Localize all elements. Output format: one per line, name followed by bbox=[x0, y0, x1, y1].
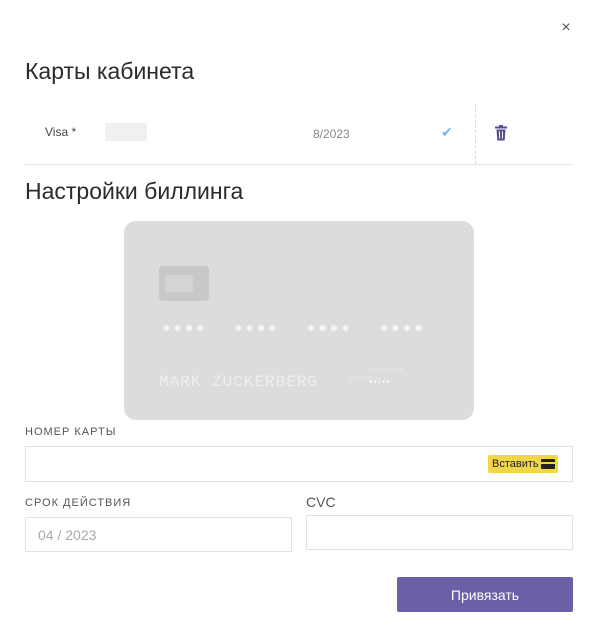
card-chip bbox=[159, 266, 209, 301]
card-number-group: ●●●● bbox=[380, 319, 426, 335]
close-icon[interactable]: × bbox=[556, 18, 576, 38]
paste-button-label: Вставить bbox=[492, 458, 539, 470]
cards-section-title: Карты кабинета bbox=[25, 58, 195, 84]
cvc-label: CVC bbox=[306, 494, 336, 510]
card-number-label: НОМЕР КАРТЫ bbox=[25, 426, 117, 438]
card-expiry: 8/2023 bbox=[313, 127, 350, 141]
expiry-label: СРОК ДЕЙСТВИЯ bbox=[25, 497, 132, 509]
card-preview: ●●●● ●●●● ●●●● ●●●● MARK ZUCKERBERG VALI… bbox=[124, 221, 474, 420]
cvc-input[interactable] bbox=[306, 515, 573, 550]
paste-button[interactable]: Вставить bbox=[488, 455, 558, 473]
month-year-label: MONTH/YEAR bbox=[370, 368, 404, 374]
card-holder-name: MARK ZUCKERBERG bbox=[159, 373, 319, 391]
card-brand: Visa * bbox=[45, 125, 77, 139]
credit-card-icon bbox=[541, 459, 555, 469]
card-expiry-placeholder: ••/•• bbox=[369, 377, 391, 388]
trash-icon[interactable] bbox=[494, 125, 508, 141]
card-number-mask bbox=[105, 123, 147, 141]
card-number-group: ●●●● bbox=[234, 319, 280, 335]
row-divider bbox=[475, 104, 476, 164]
default-check-icon[interactable]: ✔ bbox=[441, 124, 453, 141]
billing-section-title: Настройки биллинга bbox=[25, 178, 244, 204]
link-card-button[interactable]: Привязать bbox=[397, 577, 573, 612]
card-number-group: ●●●● bbox=[162, 319, 208, 335]
billing-modal: × Карты кабинета Visa * 8/2023 ✔ Настрой… bbox=[0, 0, 599, 637]
saved-card-row: Visa * 8/2023 ✔ bbox=[25, 104, 573, 165]
expiry-input[interactable] bbox=[25, 517, 292, 552]
card-number-group: ●●●● bbox=[307, 319, 353, 335]
